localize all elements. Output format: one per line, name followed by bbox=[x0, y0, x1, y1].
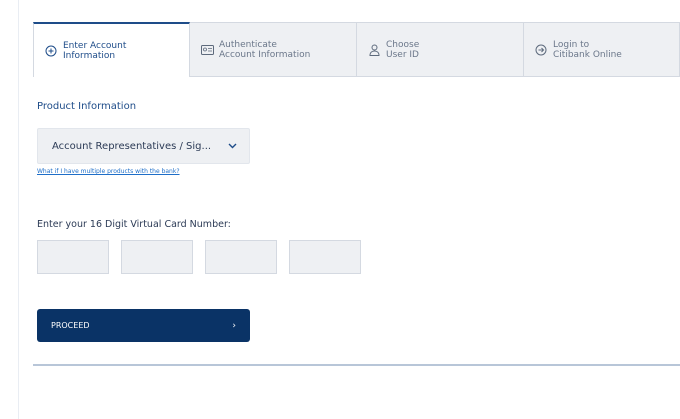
chevron-down-icon bbox=[215, 143, 249, 149]
card-number-field-1[interactable] bbox=[37, 240, 109, 274]
card-number-field-3[interactable] bbox=[205, 240, 277, 274]
proceed-label: PROCEED bbox=[51, 321, 90, 330]
product-select[interactable]: Account Representatives / Sig... bbox=[37, 128, 250, 164]
step-choose-user-id[interactable]: Choose User ID bbox=[357, 22, 524, 77]
left-divider bbox=[18, 0, 19, 419]
product-select-value: Account Representatives / Sig... bbox=[52, 140, 212, 152]
bottom-divider bbox=[33, 364, 680, 366]
proceed-button[interactable]: PROCEED › bbox=[37, 309, 250, 342]
step-label: Login to Citibank Online bbox=[553, 39, 622, 60]
card-number-field-4[interactable] bbox=[289, 240, 361, 274]
multiple-products-link[interactable]: What if I have multiple products with th… bbox=[37, 168, 180, 175]
step-label: Authenticate Account Information bbox=[219, 39, 311, 60]
login-icon bbox=[534, 43, 548, 57]
step-enter-account-info[interactable]: Enter Account Information bbox=[33, 22, 190, 77]
progress-steps: Enter Account Information Authenticate A… bbox=[33, 22, 680, 77]
card-number-field-2[interactable] bbox=[121, 240, 193, 274]
chevron-right-icon: › bbox=[232, 320, 236, 331]
id-card-icon bbox=[200, 43, 214, 57]
step-label: Enter Account Information bbox=[63, 40, 127, 61]
user-icon bbox=[367, 43, 381, 57]
card-number-label: Enter your 16 Digit Virtual Card Number: bbox=[37, 219, 231, 230]
step-login-citibank-online[interactable]: Login to Citibank Online bbox=[524, 22, 680, 77]
step-authenticate-account-info[interactable]: Authenticate Account Information bbox=[190, 22, 357, 77]
step-label: Choose User ID bbox=[386, 39, 420, 60]
plus-circle-icon bbox=[44, 44, 58, 58]
section-title: Product Information bbox=[37, 101, 137, 112]
